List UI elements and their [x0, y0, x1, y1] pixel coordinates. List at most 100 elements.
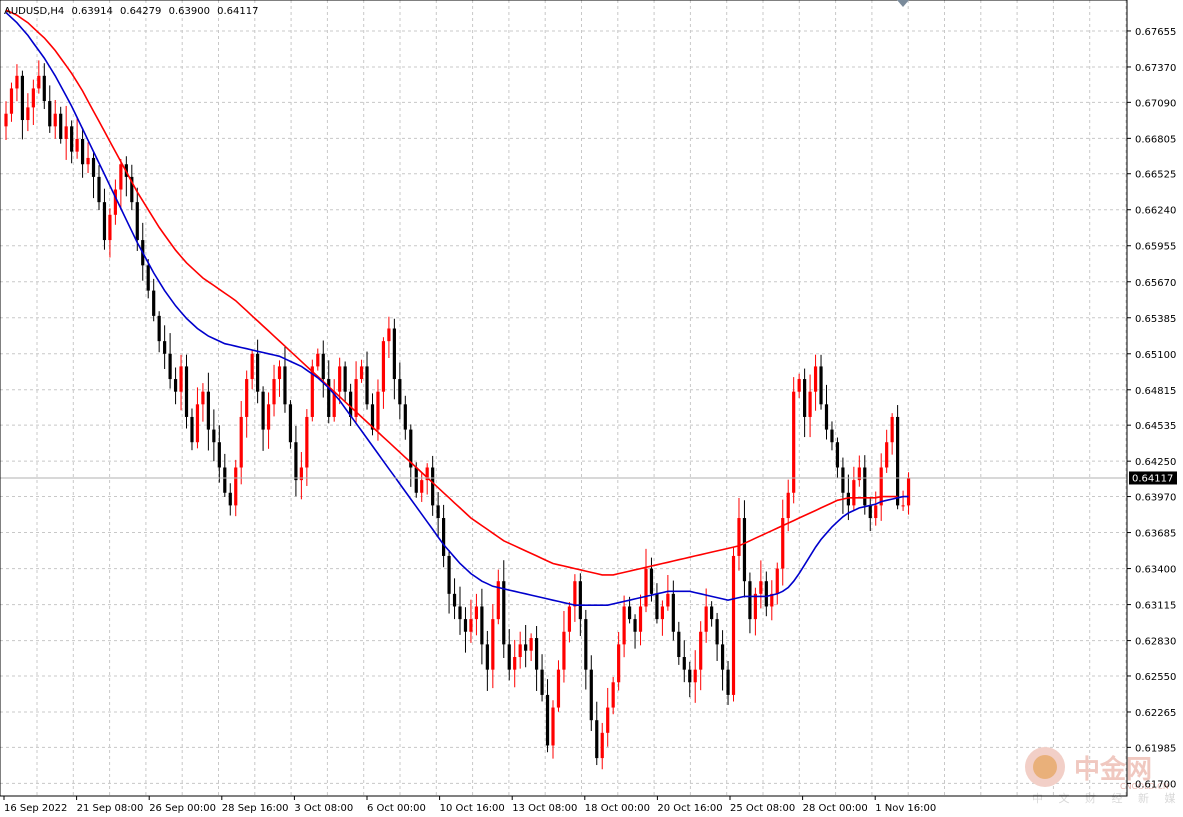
x-tick-label: 28 Oct 00:00 — [803, 803, 868, 814]
y-tick-label: 0.67370 — [1135, 63, 1176, 74]
ohlc-low: 0.63900 — [169, 6, 210, 17]
candle — [250, 349, 254, 390]
candle — [737, 497, 741, 571]
candle — [420, 473, 424, 502]
candle — [720, 630, 725, 691]
candle — [606, 687, 610, 747]
candle — [327, 360, 331, 424]
x-tick-label: 6 Oct 00:00 — [367, 803, 426, 814]
candle — [157, 311, 161, 353]
candle — [168, 333, 172, 389]
x-tick-label: 3 Oct 08:00 — [294, 803, 353, 814]
candle — [266, 392, 271, 449]
candle — [835, 437, 840, 478]
x-tick-label: 18 Oct 00:00 — [585, 803, 650, 814]
candle — [359, 359, 364, 383]
moving-average-blue — [5, 12, 909, 606]
candle — [48, 85, 52, 133]
price-axis: 0.67655 0.67370 0.67090 0.66805 0.66525 0.662… — [1127, 27, 1176, 790]
candle — [824, 384, 829, 440]
candle — [633, 614, 637, 649]
candle — [518, 631, 522, 669]
candle — [852, 466, 856, 511]
candle — [551, 700, 555, 759]
candle — [458, 586, 462, 635]
candle — [283, 346, 287, 413]
y-tick-label: 0.65955 — [1135, 242, 1176, 253]
candle — [524, 624, 528, 668]
candle — [452, 578, 457, 620]
y-tick-label: 0.65385 — [1135, 314, 1176, 325]
candle — [179, 354, 183, 411]
candle — [387, 316, 391, 359]
candle — [463, 607, 468, 653]
candle — [529, 633, 533, 662]
symbol-header: AUDUSD,H4 0.63914 0.64279 0.63900 0.6411… — [4, 6, 258, 17]
y-tick-label: 0.64535 — [1135, 421, 1176, 432]
candle — [305, 409, 309, 486]
current-price-tag: 0.64117 — [1129, 471, 1177, 485]
candle — [173, 367, 178, 405]
candle — [589, 655, 593, 731]
candle — [130, 164, 134, 211]
candle — [906, 472, 911, 515]
candle — [655, 583, 659, 624]
y-tick-label: 0.65670 — [1135, 278, 1176, 289]
candle — [885, 429, 889, 473]
candle — [868, 497, 872, 532]
candle — [480, 588, 484, 665]
ohlc-close: 0.64117 — [217, 6, 258, 17]
candle — [474, 593, 479, 636]
price-chart: 中金网 CNGOLD.CN 中 文 财 经 新 媒 体 0.676550.673… — [0, 0, 1183, 814]
candle — [584, 609, 588, 690]
candle — [228, 483, 232, 516]
candle — [288, 400, 293, 449]
candle — [830, 421, 834, 451]
candle — [813, 354, 818, 411]
candle — [770, 580, 774, 621]
candle — [545, 679, 550, 753]
shift-marker-icon[interactable] — [897, 0, 909, 7]
candle — [447, 550, 451, 614]
candle — [496, 569, 500, 625]
candle — [97, 165, 101, 211]
current-price-value: 0.64117 — [1132, 473, 1173, 484]
candle — [9, 82, 14, 122]
y-tick-label: 0.65100 — [1135, 350, 1176, 361]
candle — [792, 377, 796, 504]
candle — [119, 159, 123, 210]
y-tick-label: 0.64250 — [1135, 457, 1176, 468]
candle — [660, 600, 664, 636]
candle — [704, 588, 708, 643]
candle — [245, 370, 249, 438]
candle — [234, 459, 238, 517]
candle — [742, 500, 747, 598]
y-tick-label: 0.63685 — [1135, 529, 1176, 540]
x-tick-label: 26 Sep 00:00 — [149, 803, 216, 814]
candle — [890, 413, 894, 455]
candle — [671, 580, 675, 641]
candle — [715, 612, 719, 661]
candle — [775, 562, 779, 605]
candle — [239, 401, 243, 485]
candle — [152, 278, 156, 322]
candle — [431, 455, 435, 516]
candle — [299, 452, 303, 500]
y-tick-label: 0.67090 — [1135, 98, 1176, 109]
candle — [195, 387, 200, 449]
candle — [256, 339, 260, 404]
candle — [759, 560, 763, 609]
candle — [485, 630, 489, 691]
ohlc-open: 0.63914 — [71, 6, 112, 17]
candle — [80, 127, 85, 178]
candle — [841, 457, 845, 514]
candle — [392, 318, 396, 400]
y-tick-label: 0.62265 — [1135, 708, 1176, 719]
x-tick-label: 28 Sep 16:00 — [222, 803, 289, 814]
candle — [381, 337, 386, 409]
ohlc-high: 0.64279 — [120, 6, 161, 17]
candle — [102, 188, 107, 250]
candle — [190, 408, 194, 451]
candle — [600, 722, 604, 770]
candle — [64, 105, 68, 160]
